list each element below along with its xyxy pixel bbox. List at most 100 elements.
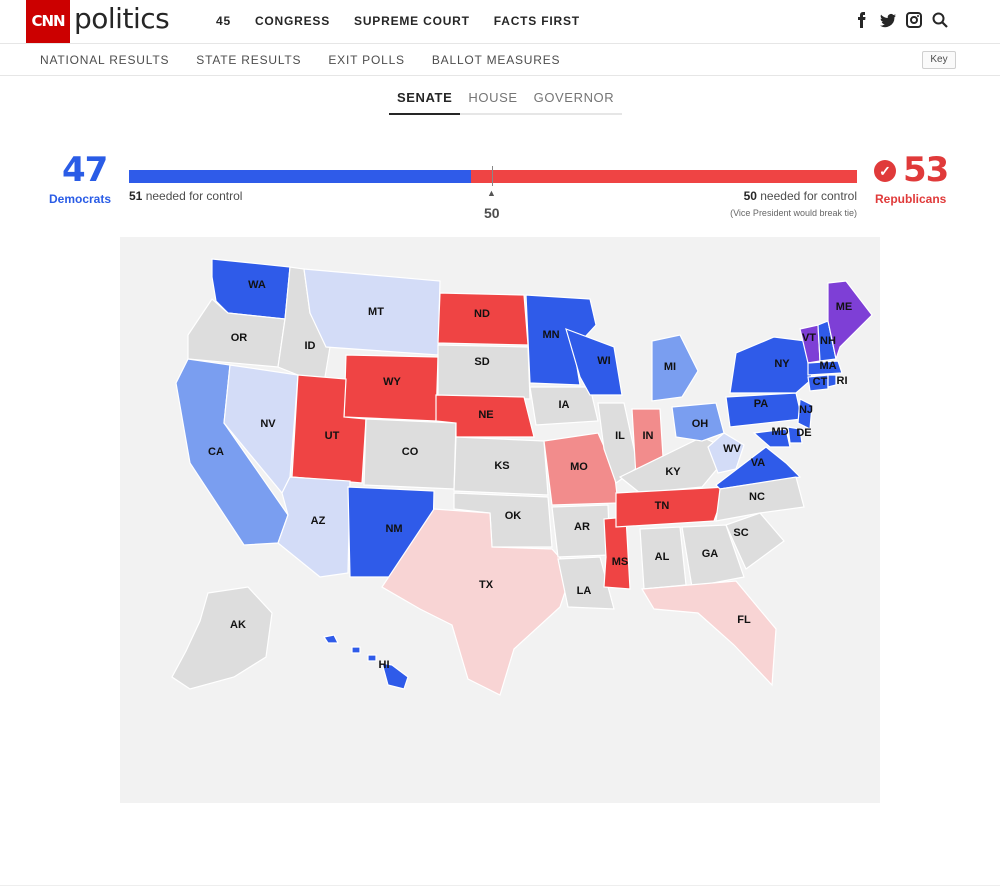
- state-fl[interactable]: [640, 580, 777, 687]
- sub-nav-bar: NATIONAL RESULTS STATE RESULTS EXIT POLL…: [0, 43, 1000, 76]
- democrats-bar-fill: [129, 170, 472, 183]
- race-tabs: SENATE HOUSE GOVERNOR: [389, 90, 623, 115]
- state-label-hi: HI: [379, 659, 390, 671]
- dem-needed-text: needed for control: [142, 189, 243, 203]
- state-label-oh: OH: [692, 418, 709, 430]
- us-map-svg: WA OR CA NV ID MT WY UT AZ CO NM ND SD NE KS OK TX MN IA MO…: [171, 258, 873, 696]
- cnn-logo[interactable]: CNN: [26, 0, 70, 43]
- state-label-or: OR: [231, 332, 248, 344]
- state-label-tn: TN: [655, 500, 670, 512]
- state-label-nj: NJ: [799, 404, 813, 416]
- top-bar: CNN politics 45 CONGRESS SUPREME COURT F…: [0, 0, 1000, 43]
- state-label-al: AL: [655, 551, 670, 563]
- tab-house[interactable]: HOUSE: [460, 90, 526, 115]
- midpoint-arrow-icon: ▲: [487, 188, 496, 198]
- state-label-ak: AK: [230, 619, 246, 631]
- rep-needed-number: 50: [743, 189, 757, 203]
- state-label-id: ID: [305, 340, 316, 352]
- state-label-de: DE: [796, 427, 811, 439]
- instagram-icon[interactable]: [906, 12, 922, 28]
- tab-senate[interactable]: SENATE: [389, 90, 461, 115]
- state-label-fl: FL: [737, 614, 751, 626]
- state-label-sd: SD: [474, 356, 489, 368]
- key-button[interactable]: Key: [922, 51, 956, 69]
- results-nav: NATIONAL RESULTS STATE RESULTS EXIT POLL…: [40, 53, 587, 67]
- state-label-nv: NV: [260, 418, 276, 430]
- state-tn[interactable]: [615, 486, 727, 528]
- state-label-az: AZ: [311, 515, 326, 527]
- state-ri[interactable]: [827, 374, 837, 388]
- subnav-national-results[interactable]: NATIONAL RESULTS: [40, 53, 169, 67]
- search-icon[interactable]: [932, 12, 948, 28]
- brand-politics[interactable]: politics: [74, 2, 170, 35]
- top-nav: 45 CONGRESS SUPREME COURT FACTS FIRST: [216, 14, 604, 28]
- state-label-ri: RI: [837, 375, 848, 387]
- democrats-label: Democrats: [49, 192, 112, 206]
- state-label-va: VA: [751, 457, 766, 469]
- republicans-label: Republicans: [875, 192, 947, 206]
- republicans-seat-count: 53: [903, 150, 949, 190]
- state-label-nh: NH: [820, 335, 836, 347]
- state-wy[interactable]: [343, 354, 439, 422]
- rep-needed-text: needed for control: [756, 189, 857, 203]
- state-label-nm: NM: [385, 523, 402, 535]
- state-label-mi: MI: [664, 361, 676, 373]
- state-label-wy: WY: [383, 376, 401, 388]
- nav-congress[interactable]: CONGRESS: [255, 14, 330, 28]
- subnav-ballot-measures[interactable]: BALLOT MEASURES: [432, 53, 560, 67]
- social-links: [854, 12, 948, 28]
- nav-supreme-court[interactable]: SUPREME COURT: [354, 14, 470, 28]
- dem-needed-number: 51: [129, 189, 143, 203]
- checkmark-icon: ✓: [874, 160, 896, 182]
- subnav-exit-polls[interactable]: EXIT POLLS: [328, 53, 404, 67]
- state-sd[interactable]: [437, 344, 531, 400]
- democrats-seat-count: 47: [62, 150, 108, 190]
- state-az[interactable]: [277, 476, 351, 578]
- state-label-ks: KS: [494, 460, 509, 472]
- state-label-wi: WI: [597, 355, 610, 367]
- state-label-ut: UT: [325, 430, 340, 442]
- state-label-ky: KY: [665, 466, 681, 478]
- state-label-ne: NE: [478, 409, 493, 421]
- state-ms[interactable]: [603, 516, 631, 590]
- state-me[interactable]: [827, 280, 873, 362]
- nav-facts-first[interactable]: FACTS FIRST: [494, 14, 580, 28]
- rep-control-threshold: 50 needed for control: [744, 189, 857, 203]
- state-label-wa: WA: [248, 279, 266, 291]
- midpoint-number: 50: [484, 205, 500, 221]
- state-label-pa: PA: [754, 398, 769, 410]
- state-label-nc: NC: [749, 491, 765, 503]
- tab-governor[interactable]: GOVERNOR: [525, 90, 623, 115]
- state-label-md: MD: [771, 426, 788, 438]
- state-label-ct: CT: [813, 376, 828, 388]
- state-label-la: LA: [577, 585, 592, 597]
- senate-map: WA OR CA NV ID MT WY UT AZ CO NM ND SD NE KS OK TX MN IA MO…: [120, 237, 880, 803]
- facebook-icon[interactable]: [854, 12, 870, 28]
- state-label-mo: MO: [570, 461, 588, 473]
- state-label-in: IN: [643, 430, 654, 442]
- state-label-ca: CA: [208, 446, 224, 458]
- state-hi[interactable]: [323, 634, 409, 690]
- state-label-il: IL: [615, 430, 625, 442]
- footer-divider: [0, 885, 1000, 886]
- state-label-nd: ND: [474, 308, 490, 320]
- state-label-ma: MA: [819, 360, 836, 372]
- state-label-co: CO: [402, 446, 419, 458]
- state-label-ok: OK: [505, 510, 522, 522]
- state-label-sc: SC: [733, 527, 748, 539]
- balance-of-power-bar: [129, 166, 857, 186]
- state-label-ga: GA: [702, 548, 719, 560]
- state-label-ia: IA: [559, 399, 570, 411]
- majority-marker: [492, 166, 493, 186]
- twitter-icon[interactable]: [880, 12, 896, 28]
- vice-president-note: (Vice President would break tie): [730, 208, 857, 218]
- state-ak[interactable]: [171, 586, 273, 690]
- state-label-mt: MT: [368, 306, 384, 318]
- state-label-vt: VT: [802, 332, 816, 344]
- state-label-ny: NY: [774, 358, 790, 370]
- subnav-state-results[interactable]: STATE RESULTS: [196, 53, 301, 67]
- state-label-mn: MN: [542, 329, 559, 341]
- nav-45[interactable]: 45: [216, 14, 231, 28]
- dem-control-threshold: 51 needed for control: [129, 189, 242, 203]
- state-ny[interactable]: [729, 336, 813, 394]
